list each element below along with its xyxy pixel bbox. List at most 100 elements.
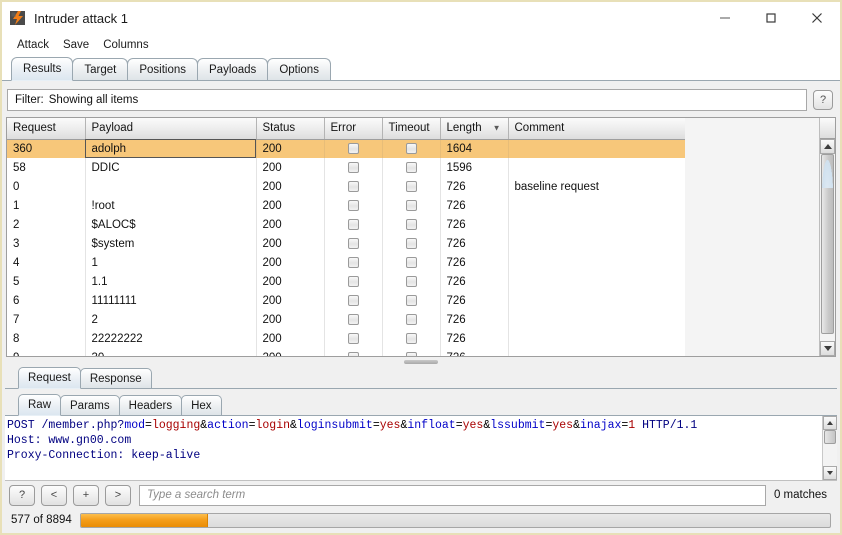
cell-status[interactable]: 200: [256, 234, 325, 253]
cell-comment[interactable]: [508, 291, 685, 310]
cell-status[interactable]: 200: [256, 253, 325, 272]
tab-headers[interactable]: Headers: [118, 395, 183, 415]
cell-error-checkbox[interactable]: [324, 253, 383, 272]
tab-hex[interactable]: Hex: [181, 395, 222, 415]
menu-item-columns[interactable]: Columns: [96, 37, 155, 53]
cell-status[interactable]: 200: [256, 348, 325, 356]
cell-comment[interactable]: [508, 272, 685, 291]
cell-length[interactable]: 726: [440, 291, 509, 310]
cell-payload[interactable]: $ALOC$: [85, 215, 257, 234]
tab-target[interactable]: Target: [72, 58, 129, 80]
table-row[interactable]: 3 $system 200 726: [7, 234, 685, 253]
cell-comment[interactable]: [508, 215, 685, 234]
cell-error-checkbox[interactable]: [324, 272, 383, 291]
table-row[interactable]: 2 $ALOC$ 200 726: [7, 215, 685, 234]
checkbox-icon[interactable]: [405, 332, 417, 344]
cell-timeout-checkbox[interactable]: [382, 234, 441, 253]
cell-request[interactable]: 0: [7, 177, 86, 196]
tab-results[interactable]: Results: [11, 57, 74, 81]
checkbox-icon[interactable]: [405, 275, 417, 287]
table-row[interactable]: 8 22222222 200 726: [7, 329, 685, 348]
editor-scroll-down-icon[interactable]: [823, 466, 837, 480]
panel-splitter[interactable]: [5, 357, 837, 366]
cell-status[interactable]: 200: [256, 329, 325, 348]
cell-error-checkbox[interactable]: [324, 215, 383, 234]
cell-status[interactable]: 200: [256, 310, 325, 329]
cell-length[interactable]: 726: [440, 196, 509, 215]
scrollbar-track[interactable]: [820, 154, 835, 341]
column-header-error[interactable]: Error: [324, 118, 383, 140]
checkbox-icon[interactable]: [347, 218, 359, 230]
tab-positions[interactable]: Positions: [127, 58, 198, 80]
cell-timeout-checkbox[interactable]: [382, 310, 441, 329]
request-editor-scrollbar[interactable]: [822, 416, 837, 480]
table-row[interactable]: 58 DDIC 200 1596: [7, 158, 685, 177]
cell-payload[interactable]: 2: [85, 310, 257, 329]
filter-help-button[interactable]: ?: [813, 90, 833, 110]
cell-request[interactable]: 5: [7, 272, 86, 291]
cell-timeout-checkbox[interactable]: [382, 329, 441, 348]
scroll-down-icon[interactable]: [820, 341, 835, 356]
cell-error-checkbox[interactable]: [324, 348, 383, 356]
cell-request[interactable]: 8: [7, 329, 86, 348]
cell-payload[interactable]: 1.1: [85, 272, 257, 291]
editor-scrollbar-track[interactable]: [823, 430, 837, 466]
cell-comment[interactable]: [508, 139, 685, 158]
cell-error-checkbox[interactable]: [324, 329, 383, 348]
table-row[interactable]: 360 adolph 200 1604: [7, 139, 685, 158]
tab-request[interactable]: Request: [18, 367, 81, 389]
table-row[interactable]: 7 2 200 726: [7, 310, 685, 329]
cell-comment[interactable]: [508, 348, 685, 356]
cell-error-checkbox[interactable]: [324, 234, 383, 253]
checkbox-icon[interactable]: [347, 143, 359, 155]
tab-response[interactable]: Response: [79, 368, 152, 388]
table-row[interactable]: 0 200 726 baseline request: [7, 177, 685, 196]
cell-request[interactable]: 7: [7, 310, 86, 329]
cell-length[interactable]: 726: [440, 310, 509, 329]
editor-scroll-up-icon[interactable]: [823, 416, 837, 430]
cell-length[interactable]: 726: [440, 234, 509, 253]
table-row[interactable]: 4 1 200 726: [7, 253, 685, 272]
request-editor[interactable]: POST /member.php?mod=logging&action=logi…: [5, 416, 822, 480]
table-row[interactable]: 5 1.1 200 726: [7, 272, 685, 291]
checkbox-icon[interactable]: [405, 256, 417, 268]
checkbox-icon[interactable]: [347, 275, 359, 287]
cell-request[interactable]: 2: [7, 215, 86, 234]
checkbox-icon[interactable]: [347, 256, 359, 268]
cell-length[interactable]: 726: [440, 272, 509, 291]
cell-payload[interactable]: !root: [85, 196, 257, 215]
cell-length[interactable]: 726: [440, 253, 509, 272]
table-row[interactable]: 1 !root 200 726: [7, 196, 685, 215]
splitter-grip[interactable]: [404, 359, 438, 364]
column-header-comment[interactable]: Comment: [508, 118, 685, 140]
checkbox-icon[interactable]: [405, 218, 417, 230]
cell-length[interactable]: 726: [440, 348, 509, 356]
search-add-button[interactable]: +: [73, 484, 99, 506]
cell-length[interactable]: 1604: [440, 139, 509, 158]
cell-timeout-checkbox[interactable]: [382, 139, 441, 158]
column-header-status[interactable]: Status: [256, 118, 325, 140]
checkbox-icon[interactable]: [347, 351, 359, 356]
close-button[interactable]: [794, 2, 840, 34]
cell-status[interactable]: 200: [256, 196, 325, 215]
cell-timeout-checkbox[interactable]: [382, 253, 441, 272]
checkbox-icon[interactable]: [405, 237, 417, 249]
cell-request[interactable]: 360: [7, 139, 86, 158]
cell-error-checkbox[interactable]: [324, 177, 383, 196]
filter-display[interactable]: Filter: Showing all items: [7, 89, 807, 111]
cell-payload[interactable]: 1: [85, 253, 257, 272]
cell-length[interactable]: 726: [440, 215, 509, 234]
cell-payload[interactable]: $system: [85, 234, 257, 253]
cell-status[interactable]: 200: [256, 139, 325, 158]
cell-comment[interactable]: [508, 234, 685, 253]
cell-length[interactable]: 1596: [440, 158, 509, 177]
tab-options[interactable]: Options: [267, 58, 331, 80]
checkbox-icon[interactable]: [347, 313, 359, 325]
cell-error-checkbox[interactable]: [324, 310, 383, 329]
column-header-timeout[interactable]: Timeout: [382, 118, 441, 140]
editor-scrollbar-thumb[interactable]: [824, 430, 836, 444]
cell-request[interactable]: 1: [7, 196, 86, 215]
cell-error-checkbox[interactable]: [324, 158, 383, 177]
cell-payload[interactable]: 30: [85, 348, 257, 356]
cell-status[interactable]: 200: [256, 177, 325, 196]
